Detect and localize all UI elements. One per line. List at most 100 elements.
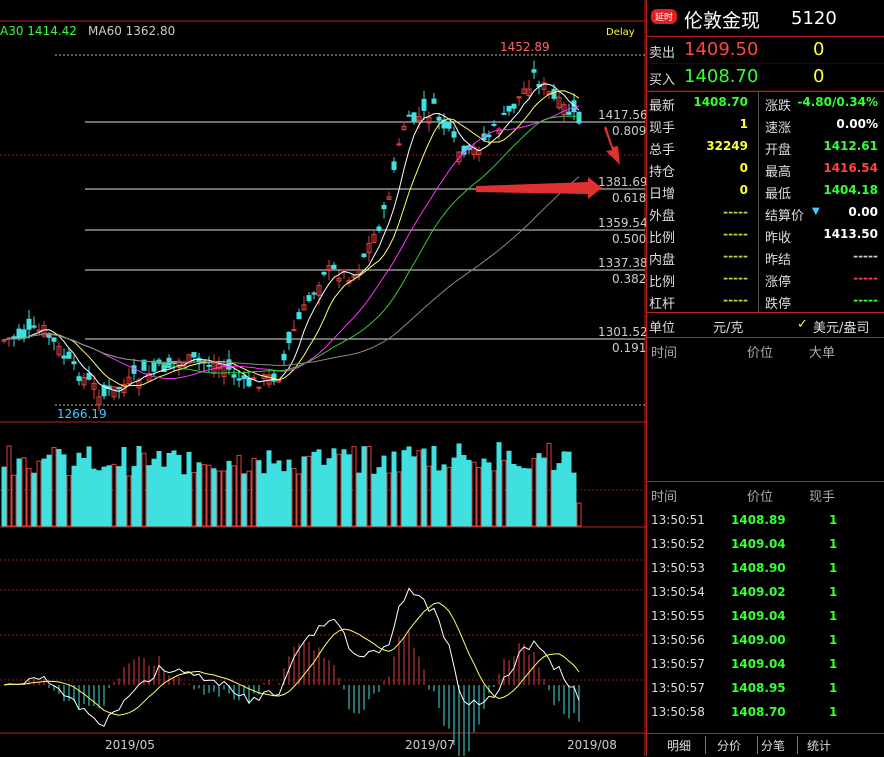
candle-body [396,143,402,146]
unit-row: 单位 元/克 ✓ 美元/盎司 [647,312,884,338]
volume-bar [286,459,292,527]
tab-details[interactable]: 明细 [667,737,691,754]
candle-body [26,318,32,330]
volume-bar [51,447,57,527]
fib-price-label: 1381.69 [598,175,646,189]
ma60-legend: MA60 1362.80 [88,24,175,38]
volume-bar [96,470,102,527]
delay-indicator: Delay [606,27,635,38]
candle-body [451,131,457,138]
volume-bar [401,450,407,527]
candle-body [71,361,77,365]
volume-bar [406,446,412,527]
fib-ratio-label: 0.809 [612,124,646,138]
stat-label: 日增 [649,187,676,202]
candle-body [236,378,242,381]
volume-bar [276,460,282,527]
volume-bar [281,471,287,527]
stat-value: -4.80/0.34% [797,95,878,109]
volume-bar [216,470,222,527]
volume-bar [546,442,552,527]
tick-volume: 1 [829,585,838,599]
stat-value: 0 [739,183,748,197]
tab-price-distribution[interactable]: 分价 [717,737,741,754]
candle-body [116,386,122,390]
volume-bar [56,449,62,527]
candle-body [306,295,312,302]
candle-body [576,111,582,124]
tick-row: 13:50:52 1409.04 1 [647,535,884,559]
volume-bar [386,472,392,527]
quote-panel: 延时 伦敦金现 5120 卖出 1409.50 0 买入 1408.70 0 最… [646,0,884,756]
volume-bar [136,445,142,527]
delay-tag: 延时 [651,9,678,24]
stat-label: 涨跌 [765,99,792,114]
volume-bar [156,451,162,527]
tick-row: 13:50:57 1409.04 1 [647,655,884,679]
tick-row: 13:50:51 1408.89 1 [647,511,884,535]
candle-body [296,312,302,320]
volume-bar [496,442,502,527]
x-label-jul: 2019/07 [405,738,455,752]
stat-label: 涨停 [765,275,792,290]
candle-body [251,377,257,380]
stat-label: 持仓 [649,165,676,180]
buy-price: 1408.70 [684,66,759,87]
stat-label: 昨收 [765,231,792,246]
volume-bar [206,464,212,527]
volume-bar [306,455,312,527]
volume-bar [131,466,137,527]
tab-trades[interactable]: 分笔 [761,737,785,754]
volume-bar [76,452,82,527]
fib-price-label: 1337.38 [598,256,646,270]
candle-body [376,226,382,231]
tick-price-header: 价位 [747,490,774,505]
volume-bar [266,450,272,527]
volume-bar [66,475,72,527]
volume-bar [171,450,177,527]
dropdown-icon[interactable]: ▼ [812,206,820,228]
volume-bar [106,465,112,527]
volume-bar [41,458,47,527]
volume-bar [151,458,157,527]
volume-bar [26,467,32,527]
ma30-legend: A30 1414.42 [0,24,77,38]
tick-volume: 1 [829,513,838,527]
unit-option-usd-ounce[interactable]: 美元/盎司 [813,317,869,336]
volume-bar [256,460,262,527]
volume-bar [541,457,547,527]
volume-bar [121,447,127,527]
volume-bar [426,465,432,527]
volume-bar [356,472,362,527]
fib-ratio-label: 0.382 [612,272,646,286]
macd-dea-line [3,602,580,716]
volume-bar [1,466,7,527]
volume-bar [161,466,167,527]
tab-divider [757,736,758,754]
instrument-header: 延时 伦敦金现 5120 [647,0,884,37]
volume-bar [531,457,537,527]
sell-price: 1409.50 [684,39,759,60]
volume-bar [491,470,497,527]
unit-option-yuan-gram[interactable]: 元/克 [713,317,743,336]
stat-label: 内盘 [649,253,676,268]
tick-time: 13:50:54 [651,585,705,599]
volume-bar [551,469,557,527]
tab-statistics[interactable]: 统计 [807,737,831,754]
bigorder-time-header: 时间 [651,346,678,361]
kline-chart-area[interactable]: 1417.56 0.809 1381.69 0.618 1359.54 0.500 1337… [0,0,646,756]
volume-bar [481,458,487,527]
volume-bar [21,457,27,527]
stat-label: 速涨 [765,121,792,136]
big-order-section: 时间 价位 大单 [647,338,884,482]
fib-price-label: 1359.54 [598,216,646,230]
tick-row: 13:50:58 1408.70 1 [647,703,884,727]
volume-bar [566,451,572,527]
candle-body [16,328,22,339]
stats-grid: 最新 1408.70 涨跌 -4.80/0.34% 现手 1 速涨 0.00% 总手 32249 开… [647,91,884,312]
candle-body [406,114,412,117]
candle-body [411,112,417,123]
volume-bar [486,462,492,527]
candle-body [191,352,197,358]
volume-bar [186,451,192,527]
